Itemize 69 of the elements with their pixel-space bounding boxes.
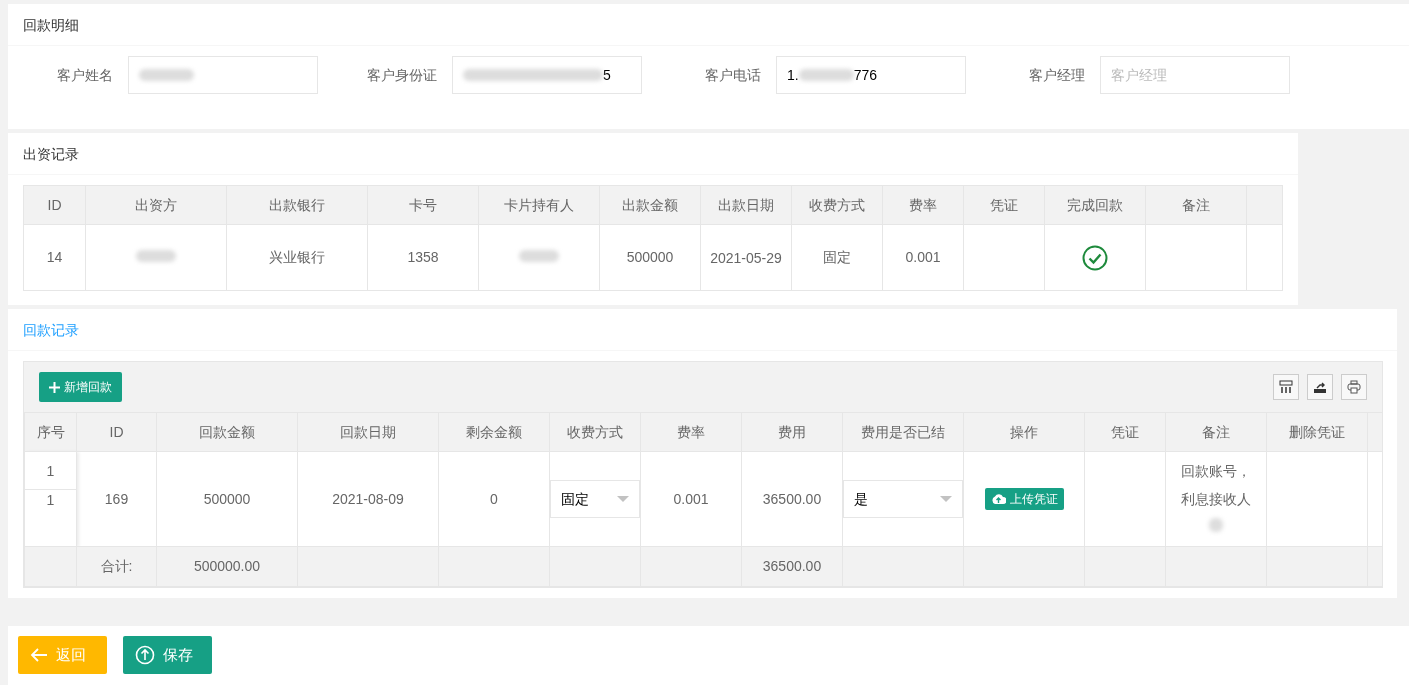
field-label: 客户身份证 xyxy=(366,65,438,85)
column-header: 回款金额 xyxy=(156,412,298,452)
column-header: 卡号 xyxy=(367,185,479,225)
column-header: ID xyxy=(76,412,157,452)
table-cell: 0 xyxy=(438,451,550,547)
column-header: 删除凭证 xyxy=(1266,412,1368,452)
export-icon[interactable] xyxy=(1307,374,1333,400)
print-icon[interactable] xyxy=(1341,374,1367,400)
arrow-left-icon xyxy=(30,648,48,662)
column-header: 出款金额 xyxy=(599,185,701,225)
column-header: 费率 xyxy=(640,412,742,452)
column-header: 收费方式 xyxy=(549,412,641,452)
table-cell: 固定 xyxy=(791,224,883,291)
column-header: 出款日期 xyxy=(700,185,792,225)
panel-title: 出资记录 xyxy=(8,133,1298,175)
table-cell: 500000 xyxy=(599,224,701,291)
caret-icon xyxy=(940,496,952,502)
cloud-upload-icon xyxy=(990,493,1006,505)
table-cell: 14 xyxy=(23,224,86,291)
table-cell: 500000 xyxy=(156,451,298,547)
panel-title: 回款记录 xyxy=(8,309,1397,351)
table-cell: 2021-08-09 xyxy=(297,451,439,547)
column-header: 凭证 xyxy=(963,185,1045,225)
table-cell: 2021-05-29 xyxy=(700,224,792,291)
column-header: 出款银行 xyxy=(226,185,368,225)
field-label: 客户经理 xyxy=(1028,65,1086,85)
remark-text: 回款账号， 利息接收人 xyxy=(1180,462,1252,509)
plus-icon xyxy=(49,381,60,393)
table-cell: 1 xyxy=(25,452,76,490)
panel-title: 回款明细 xyxy=(8,4,1409,46)
table-cell: 0.001 xyxy=(640,451,742,547)
column-header: 费率 xyxy=(882,185,964,225)
column-header: 完成回款 xyxy=(1044,185,1146,225)
table-cell: 1358 xyxy=(367,224,479,291)
field-label: 客户电话 xyxy=(704,65,762,85)
column-header: 凭证 xyxy=(1084,412,1166,452)
column-header: 收费方式 xyxy=(791,185,883,225)
column-header: 卡片持有人 xyxy=(478,185,600,225)
columns-icon[interactable] xyxy=(1273,374,1299,400)
column-header: ID xyxy=(23,185,86,225)
field-label: 客户姓名 xyxy=(56,65,114,85)
column-header: 回款日期 xyxy=(297,412,439,452)
caret-icon xyxy=(617,496,629,502)
table-cell: 兴业银行 xyxy=(226,224,368,291)
column-header: 序号 xyxy=(24,412,77,452)
select-field[interactable]: 固定 xyxy=(550,480,640,518)
column-header: 备注 xyxy=(1145,185,1247,225)
input-field[interactable]: 客户经理 xyxy=(1100,56,1290,94)
table-cell-text: 1 xyxy=(45,491,56,510)
column-header: 出资方 xyxy=(85,185,227,225)
field-text: 776 xyxy=(853,65,878,85)
column-header: 剩余金额 xyxy=(438,412,550,452)
column-header: 操作 xyxy=(963,412,1085,452)
total-cell: 36500.00 xyxy=(741,546,843,587)
select-field[interactable]: 是 xyxy=(843,480,963,518)
input-field[interactable] xyxy=(128,56,318,94)
field-text: 1. xyxy=(787,65,799,85)
total-cell: 500000.00 xyxy=(156,546,298,587)
input-field[interactable]: 1. 776 xyxy=(776,56,966,94)
table-cell: 169 xyxy=(76,451,157,547)
column-header: 费用 xyxy=(741,412,843,452)
total-cell: 合计: xyxy=(76,546,157,587)
column-header: 备注 xyxy=(1165,412,1267,452)
field-text: 5 xyxy=(603,65,611,85)
column-header: 费用是否已结 xyxy=(842,412,964,452)
upload-circle-icon xyxy=(135,645,155,665)
table-cell: 36500.00 xyxy=(741,451,843,547)
table-cell: 0.001 xyxy=(882,224,964,291)
input-field[interactable]: 5 xyxy=(452,56,642,94)
